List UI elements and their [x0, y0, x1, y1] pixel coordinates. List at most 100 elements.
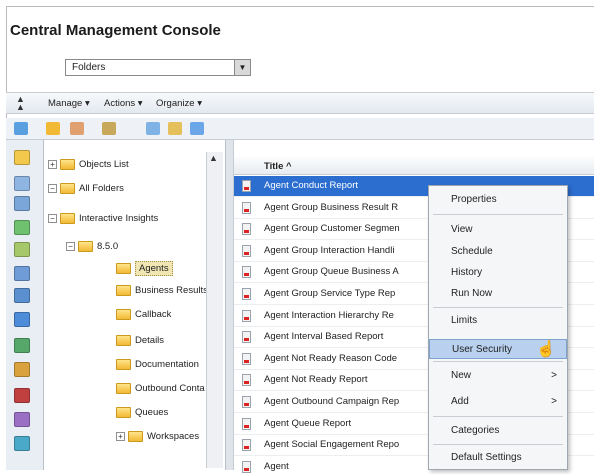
ctx-limits[interactable]: Limits: [429, 311, 567, 331]
tree-item-label: All Folders: [79, 182, 124, 194]
tree-item-label: 8.5.0: [97, 240, 119, 252]
column-title[interactable]: Title ^: [264, 161, 292, 172]
folder-select[interactable]: Folders ▼: [65, 59, 251, 76]
report-title: Agent: [264, 460, 289, 472]
collapse-icon[interactable]: −: [48, 213, 57, 223]
report-icon: [242, 223, 251, 236]
folder-icon: [116, 334, 131, 346]
expand-icon[interactable]: +: [48, 159, 57, 169]
ctx-separator: [433, 444, 563, 445]
connections-icon[interactable]: [14, 362, 30, 377]
collapse-icon[interactable]: −: [48, 183, 57, 193]
tree-item-label: Business Results: [135, 284, 208, 296]
ctx-categories[interactable]: Categories: [429, 421, 567, 441]
access-levels-icon[interactable]: [14, 338, 30, 353]
report-icon: [242, 244, 251, 257]
grid-header[interactable]: Title ^: [234, 157, 594, 175]
settings-icon[interactable]: [14, 436, 30, 451]
tree-item[interactable]: − Interactive Insights: [48, 210, 158, 226]
ctx-run-now[interactable]: Run Now: [429, 284, 567, 304]
folders-icon[interactable]: [14, 150, 30, 165]
ctx-history[interactable]: History: [429, 263, 567, 283]
folder-icon: [116, 406, 131, 418]
folder-icon: [60, 158, 75, 170]
report-icon: [242, 309, 251, 322]
personal-icon[interactable]: [14, 176, 30, 191]
instances-icon[interactable]: [14, 288, 30, 303]
tree-item-label: Callback: [135, 308, 172, 320]
ctx-new[interactable]: New >: [429, 366, 567, 386]
chevron-down-icon[interactable]: ▼: [234, 60, 250, 75]
report-icon: [242, 460, 251, 473]
folder-icon: [60, 182, 75, 194]
report-title: Agent Social Engagement Repo: [264, 439, 400, 451]
report-title: Agent Not Ready Report: [264, 374, 368, 386]
tree-item[interactable]: Details: [116, 332, 164, 348]
folder-select-value: Folders: [72, 62, 106, 73]
new-object-icon[interactable]: [70, 122, 84, 135]
servers-icon[interactable]: [14, 242, 30, 257]
calendar-icon[interactable]: [14, 266, 30, 281]
properties-icon[interactable]: [190, 122, 204, 135]
tree-scrollbar[interactable]: ▲: [206, 152, 223, 468]
report-title: Agent Interaction Hierarchy Re: [264, 309, 394, 321]
tree-item[interactable]: + Workspaces: [116, 428, 199, 444]
tree-item-label: Agents: [135, 260, 173, 276]
applications-icon[interactable]: [14, 412, 30, 427]
report-icon: [242, 201, 251, 214]
inbox-icon[interactable]: [14, 220, 30, 235]
refresh-icon[interactable]: [14, 122, 28, 135]
tree-item-label: Objects List: [79, 158, 129, 170]
report-icon: [242, 396, 251, 408]
menu-organize[interactable]: Organize ▾: [156, 98, 202, 109]
report-icon: [242, 374, 251, 387]
copy-icon[interactable]: [146, 122, 160, 135]
folder-icon: [116, 262, 131, 274]
report-title: Agent Not Ready Reason Code: [264, 352, 398, 364]
tree-item[interactable]: Agents: [116, 260, 173, 276]
tree-item[interactable]: Queues: [116, 404, 168, 420]
new-folder-icon[interactable]: [46, 122, 60, 135]
chevron-right-icon: >: [551, 396, 557, 407]
tree-item[interactable]: Callback: [116, 306, 171, 322]
license-icon[interactable]: [14, 388, 30, 403]
tree-item[interactable]: − All Folders: [48, 180, 124, 196]
tree-item-label: Queues: [135, 406, 169, 418]
report-title: Agent Group Queue Business A: [264, 266, 399, 278]
expand-icon[interactable]: +: [116, 431, 125, 441]
report-icon: [242, 288, 251, 300]
ctx-default-settings[interactable]: Default Settings: [429, 448, 567, 468]
menu-manage[interactable]: Manage ▾: [48, 98, 90, 109]
tree-item-label: Workspaces: [147, 430, 200, 442]
toolbar: [6, 118, 594, 140]
tree-item[interactable]: Outbound Conta: [116, 380, 205, 396]
folder-icon: [116, 358, 131, 370]
collapse-icon[interactable]: −: [66, 241, 75, 251]
ctx-schedule[interactable]: Schedule: [429, 242, 567, 262]
tree-item[interactable]: + Objects List: [48, 156, 129, 172]
tree-item[interactable]: Business Results: [116, 282, 208, 298]
ctx-separator: [433, 214, 563, 215]
tree-item[interactable]: − 8.5.0: [66, 238, 118, 254]
users-icon[interactable]: [168, 122, 182, 135]
folder-icon: [116, 308, 131, 320]
scroll-up-icon[interactable]: ▲: [209, 153, 218, 163]
users-groups-icon[interactable]: [14, 312, 30, 327]
tree-item[interactable]: Documentation: [116, 356, 199, 372]
page-title: Central Management Console: [10, 22, 221, 39]
ctx-view[interactable]: View: [429, 220, 567, 240]
tree-item-label: Details: [135, 334, 165, 346]
report-icon: [242, 266, 251, 279]
report-title: Agent Queue Report: [264, 417, 352, 429]
tree-item-label: Interactive Insights: [79, 212, 159, 224]
tree-item-label: Documentation: [135, 358, 199, 370]
ctx-properties[interactable]: Properties: [429, 190, 567, 210]
menu-actions[interactable]: Actions ▾: [104, 98, 143, 109]
pane-splitter[interactable]: [226, 140, 234, 470]
add-icon[interactable]: [102, 122, 116, 135]
ctx-separator: [433, 307, 563, 308]
ctx-add[interactable]: Add >: [429, 392, 567, 412]
collapse-icon[interactable]: ▲ ▲: [16, 95, 25, 112]
tree-item-label: Outbound Conta: [135, 382, 205, 394]
categories-icon[interactable]: [14, 196, 30, 211]
